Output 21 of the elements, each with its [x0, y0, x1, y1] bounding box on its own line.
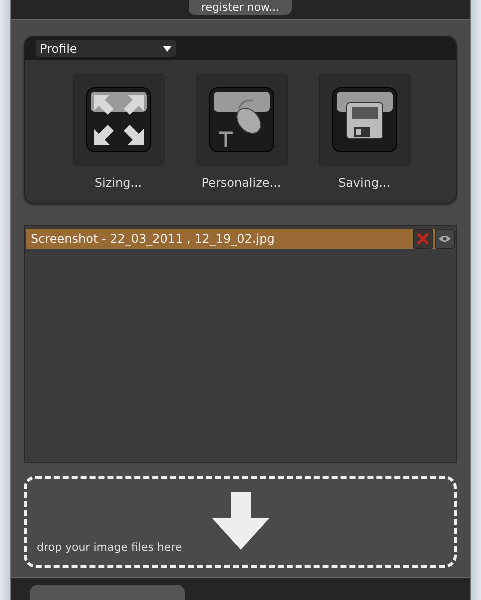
action-tile[interactable] — [72, 74, 164, 166]
dropdown-value: Profile — [40, 42, 78, 56]
down-arrow-icon — [212, 492, 270, 550]
file-row[interactable]: Screenshot - 22_03_2011 , 12_19_02.jpg — [26, 229, 455, 249]
mouse-text-icon — [208, 87, 274, 153]
close-icon — [417, 233, 429, 245]
action-label: Personalize... — [202, 176, 282, 190]
caret-icon — [163, 46, 172, 52]
register-button[interactable]: register now... — [189, 0, 292, 15]
profile-dropdown[interactable]: Profile — [36, 40, 176, 57]
action-tile[interactable] — [318, 74, 410, 166]
action-label: Sizing... — [94, 176, 142, 190]
preview-button[interactable] — [435, 229, 455, 249]
expand-arrows-icon — [86, 87, 152, 153]
action-tile[interactable] — [196, 74, 288, 166]
file-name: Screenshot - 22_03_2011 , 12_19_02.jpg — [30, 232, 276, 246]
drop-zone[interactable]: drop your image files here — [24, 476, 457, 568]
drop-hint: drop your image files here — [37, 541, 182, 554]
remove-button[interactable] — [413, 229, 433, 249]
action-label: Saving... — [338, 176, 391, 190]
eye-icon — [439, 235, 451, 243]
